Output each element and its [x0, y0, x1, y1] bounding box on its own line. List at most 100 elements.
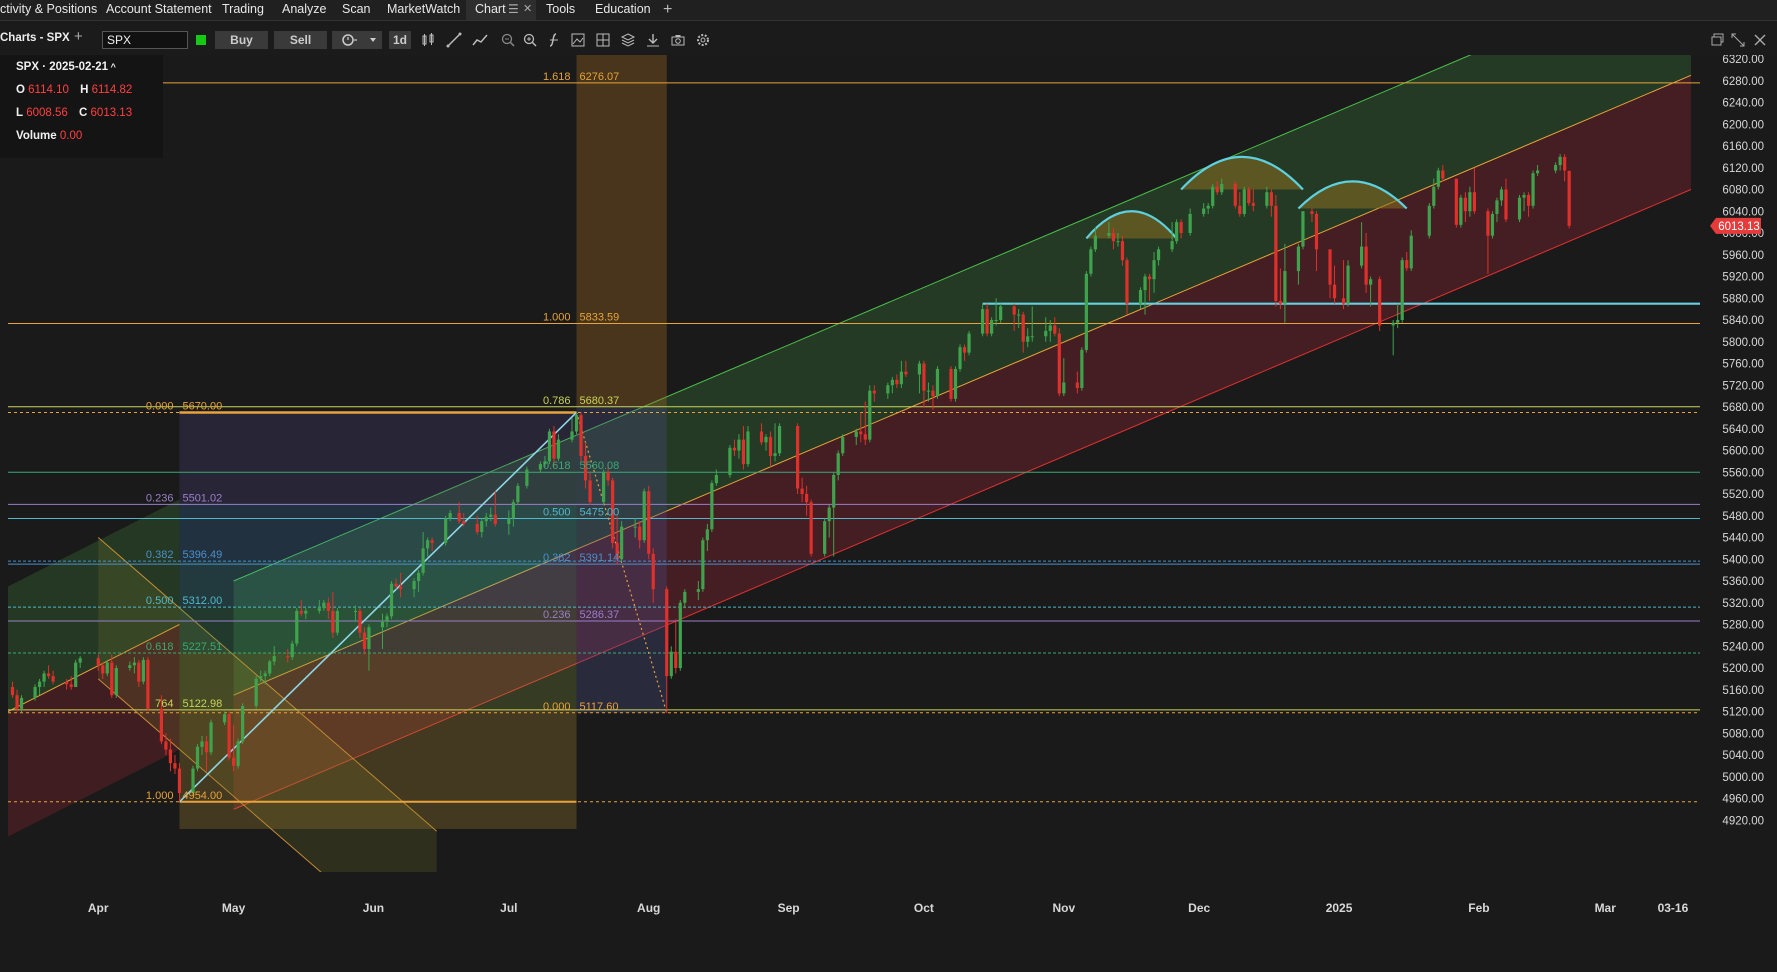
candle-body [421, 548, 425, 573]
tab-education[interactable]: Education [595, 0, 651, 20]
menu-icon[interactable]: ☰ [508, 0, 519, 19]
y-tick-label: 5720.00 [1722, 380, 1764, 392]
zoom-in-icon[interactable] [522, 32, 538, 48]
candle-body [1360, 246, 1364, 266]
candle-body [1062, 382, 1066, 394]
tab-analyze[interactable]: Analyze [282, 0, 326, 20]
clock-icon [342, 34, 376, 46]
candle-body [1265, 192, 1269, 206]
candle-body [701, 540, 705, 590]
add-icon[interactable]: + [74, 28, 83, 46]
candle-body [836, 453, 840, 475]
tab-activity-positions[interactable]: ctivity & Positions [0, 0, 97, 20]
candle-body [1531, 173, 1535, 206]
candle-body [268, 661, 272, 674]
y-tick-label: 5680.00 [1722, 402, 1764, 414]
x-tick-label: 03-16 [1658, 901, 1689, 915]
candle-body [1215, 186, 1219, 193]
sell-button[interactable]: Sell [274, 31, 327, 49]
candle-body [827, 507, 831, 522]
close-chart-icon[interactable] [1752, 32, 1768, 48]
candle-body [1346, 265, 1350, 304]
fib-price-label: 5286.37 [580, 609, 620, 621]
candle-body [696, 589, 700, 592]
candle-body [1188, 213, 1192, 233]
fib-zone-3 [179, 607, 577, 654]
candle-body [579, 415, 583, 456]
fib-left-ratio-label: 0.236 [146, 492, 174, 504]
candle-body [823, 521, 827, 554]
candle-body [1053, 325, 1057, 334]
download-icon[interactable] [645, 32, 661, 48]
fib-left-price-label: 5670.00 [182, 400, 222, 412]
candle-body [358, 610, 362, 633]
study-icon[interactable] [546, 32, 562, 48]
candle-body [1328, 249, 1332, 285]
x-tick-label: Nov [1052, 901, 1075, 915]
candle-body [462, 521, 466, 524]
ohlc-panel: SPX · 2025-02-21 ^ O 6114.10 H 6114.82 L… [0, 55, 163, 158]
candle-body [1378, 279, 1382, 326]
candle-body [935, 368, 940, 397]
candle-body [353, 610, 358, 612]
y-tick-label: 5440.00 [1722, 533, 1764, 545]
tab-trading[interactable]: Trading [222, 0, 264, 20]
fib-left-price-label: 5122.98 [182, 698, 222, 710]
candle-body [1432, 186, 1436, 206]
tab-marketwatch[interactable]: MarketWatch [387, 0, 460, 20]
image-icon[interactable] [570, 32, 586, 48]
candle-body [620, 526, 624, 560]
gear-icon[interactable] [695, 32, 711, 48]
candle-body [556, 439, 561, 459]
zoom-out-icon[interactable] [500, 32, 516, 48]
timeframe-button[interactable]: 1d [389, 31, 411, 49]
candle-body [1436, 170, 1440, 187]
tab-tools[interactable]: Tools [546, 0, 575, 20]
candle-body [1495, 200, 1499, 214]
candle-body [331, 610, 335, 633]
candle-body [19, 697, 24, 709]
candle-body [430, 540, 434, 543]
candle-body [259, 676, 263, 679]
candle-body [74, 662, 78, 688]
price-chart[interactable]: 1.618 6276.07 1.000 5833.59 0.786 5680.37 0.61… [0, 55, 1777, 972]
candle-body [1459, 197, 1463, 225]
expand-icon[interactable] [1730, 32, 1746, 48]
fib-left-ratio-label: 0.500 [146, 595, 174, 607]
candle-body [1211, 186, 1215, 206]
buy-button[interactable]: Buy [215, 31, 268, 49]
y-tick-label: 5280.00 [1722, 620, 1764, 632]
candle-body [642, 491, 646, 541]
drawing-line-icon[interactable] [446, 32, 462, 48]
candle-body [737, 439, 741, 451]
candle-style-icon[interactable] [420, 32, 436, 48]
camera-icon[interactable] [670, 32, 686, 48]
layout-icon[interactable] [595, 32, 611, 48]
x-tick-label: Jun [363, 901, 384, 915]
candle-body [764, 436, 768, 443]
tab-scan[interactable]: Scan [342, 0, 371, 20]
tab-account-statement[interactable]: Account Statement [106, 0, 212, 20]
candle-body [200, 741, 204, 747]
candle-body [1175, 222, 1179, 242]
indicator-icon[interactable] [472, 32, 488, 48]
layers-icon[interactable] [620, 32, 636, 48]
fib-zone-6 [179, 801, 577, 829]
candle-body [232, 757, 236, 766]
candle-body [263, 673, 267, 677]
add-tab-button[interactable]: + [663, 0, 672, 20]
candle-body [809, 502, 813, 554]
symbol-input[interactable] [102, 31, 188, 49]
y-tick-label: 5000.00 [1722, 772, 1764, 784]
y-tick-label: 6280.00 [1722, 76, 1764, 88]
tab-chart[interactable]: Chart ☰ ✕ [466, 0, 536, 20]
candle-body [1332, 284, 1337, 299]
restore-window-icon[interactable] [1710, 32, 1726, 48]
candle-body [426, 540, 430, 549]
candle-body [227, 714, 231, 758]
clock-dropdown-button[interactable] [332, 31, 382, 49]
candle-body [773, 453, 777, 456]
fib-ratio-label: 0.000 [543, 701, 571, 713]
close-icon[interactable]: ✕ [523, 0, 532, 19]
candle-body [678, 602, 682, 668]
